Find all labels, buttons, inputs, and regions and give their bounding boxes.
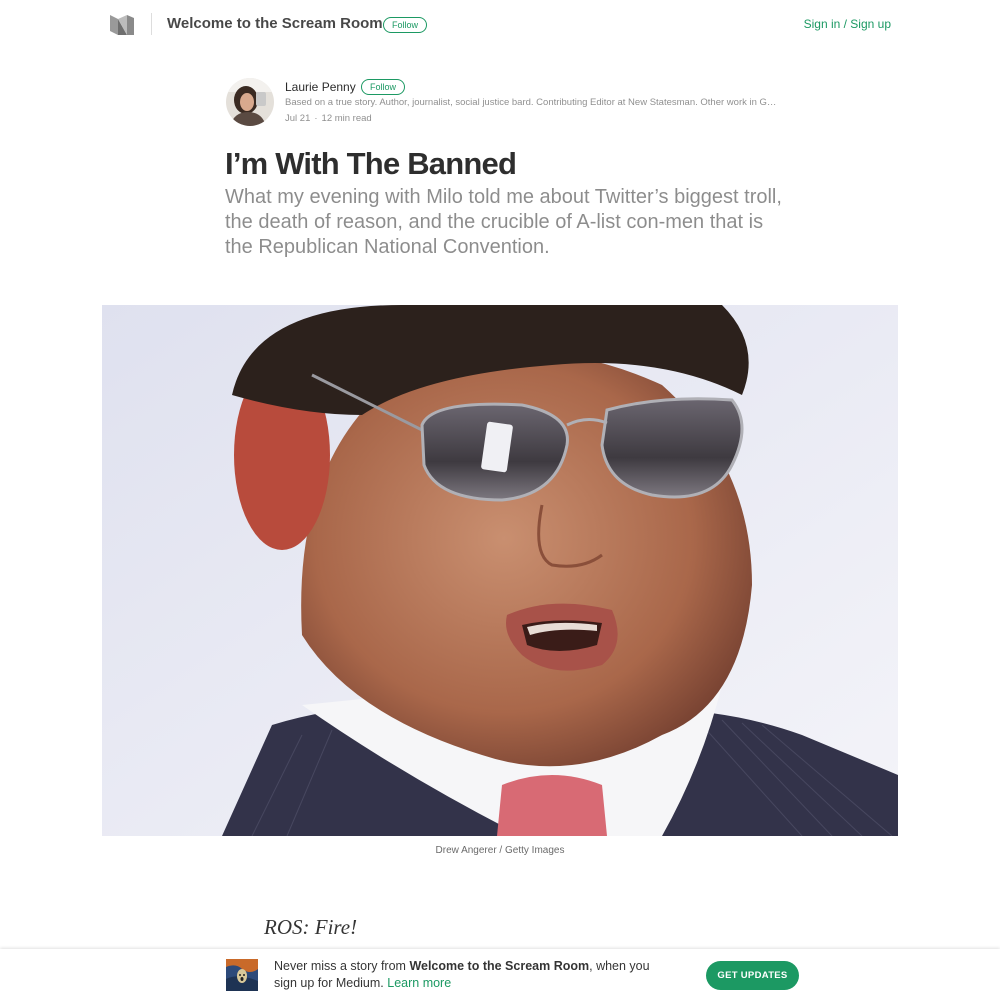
image-caption: Drew Angerer / Getty Images — [435, 845, 565, 856]
publication-thumbnail — [226, 959, 258, 991]
medium-logo-icon[interactable] — [108, 13, 136, 37]
author-follow-button[interactable]: Follow — [361, 79, 406, 95]
author-avatar[interactable] — [226, 78, 274, 126]
sign-in-link[interactable]: Sign in / Sign up — [804, 17, 891, 31]
author-bio: Based on a true story. Author, journalis… — [285, 97, 777, 108]
post-date-link[interactable]: Jul 21 — [285, 113, 310, 124]
learn-more-link[interactable]: Learn more — [387, 976, 451, 990]
nav-divider — [151, 13, 152, 35]
author-name-link[interactable]: Laurie Penny — [285, 80, 356, 94]
article-subtitle: What my evening with Milo told me about … — [225, 186, 782, 258]
top-navigation: Welcome to the Scream Room Follow Sign i… — [0, 0, 1000, 48]
signup-prefix: Never miss a story from — [274, 959, 410, 973]
hero-image[interactable] — [102, 305, 898, 836]
post-meta: Jul 21 · 12 min read — [285, 113, 372, 124]
article-title: I’m With The Banned — [225, 146, 517, 181]
publication-name-link[interactable]: Welcome to the Scream Room — [167, 15, 383, 32]
publication-follow-button[interactable]: Follow — [383, 17, 428, 33]
get-updates-button[interactable]: GET UPDATES — [706, 961, 799, 990]
signup-banner: Never miss a story from Welcome to the S… — [0, 949, 1000, 1000]
meta-separator: · — [314, 113, 318, 124]
signup-message: Never miss a story from Welcome to the S… — [274, 958, 674, 992]
article-first-line: ROS: Fire! — [264, 915, 358, 939]
signup-publication: Welcome to the Scream Room — [409, 959, 590, 973]
read-time: 12 min read — [321, 113, 372, 124]
